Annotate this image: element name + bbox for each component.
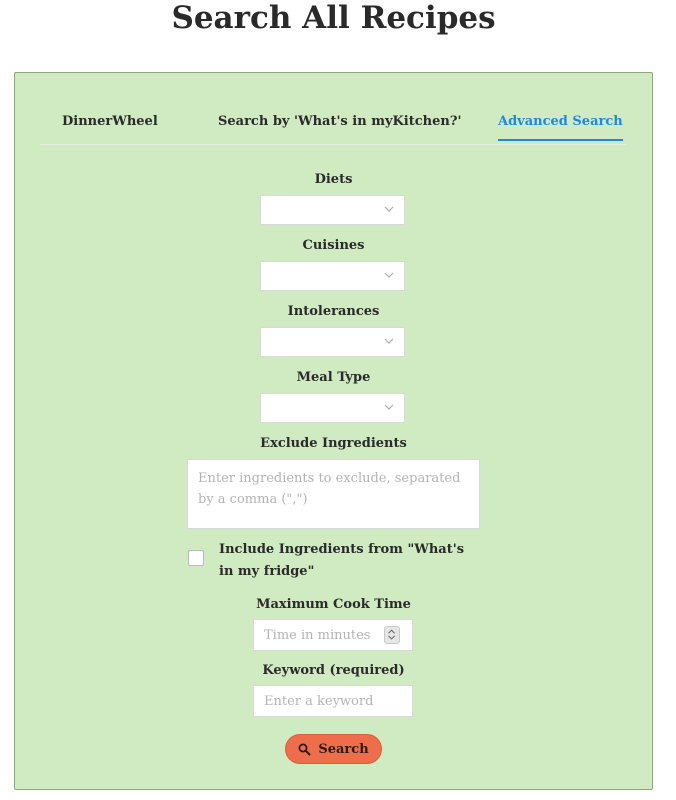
cuisines-label: Cuisines [302,238,365,253]
max-cook-time-label: Maximum Cook Time [256,597,411,612]
include-fridge-checkbox[interactable] [188,550,204,566]
intolerances-select[interactable] [260,327,405,357]
search-icon [298,743,311,755]
chevron-down-icon [384,338,394,344]
tab-dinnerwheel[interactable]: DinnerWheel [62,114,158,129]
exclude-ingredients-label: Exclude Ingredients [260,436,407,451]
chevron-up-down-icon [388,629,395,640]
diets-select[interactable] [260,195,405,225]
chevron-down-icon [384,404,394,410]
cook-time-spinner[interactable] [384,626,400,644]
keyword-label: Keyword (required) [262,663,405,678]
cuisines-select[interactable] [260,261,405,291]
search-panel: DinnerWheel Search by 'What's in myKitch… [14,72,653,790]
page-title: Search All Recipes [171,0,496,36]
chevron-down-icon [384,206,394,212]
include-fridge-label: Include Ingredients from "What's in my f… [219,542,465,579]
search-button-label: Search [318,741,369,757]
diets-label: Diets [314,172,353,187]
intolerances-label: Intolerances [287,304,380,319]
keyword-input[interactable] [253,685,413,717]
search-tabs: DinnerWheel Search by 'What's in myKitch… [40,73,627,145]
tab-advanced-search[interactable]: Advanced Search [498,114,623,141]
exclude-ingredients-input[interactable] [187,459,480,529]
search-button[interactable]: Search [285,734,382,764]
tab-whats-in-my-kitchen[interactable]: Search by 'What's in myKitchen?' [218,114,461,129]
meal-type-label: Meal Type [296,370,371,385]
meal-type-select[interactable] [260,393,405,423]
chevron-down-icon [384,272,394,278]
